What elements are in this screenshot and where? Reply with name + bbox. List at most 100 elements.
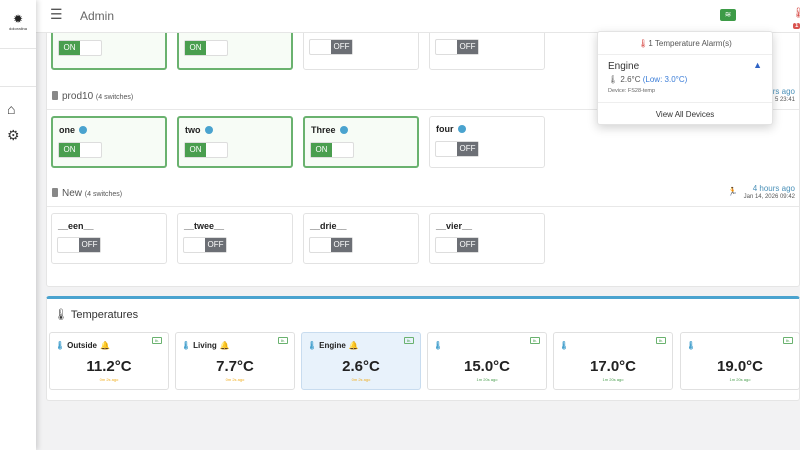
last-updated: 1m 20s ago: [729, 377, 751, 382]
temperature-alarm-button[interactable]: 🌡1: [792, 8, 800, 30]
switch-card: OFF: [429, 29, 545, 70]
sensor-name: 🌡 Engine 🔔: [307, 341, 359, 350]
switch-toggle[interactable]: OFF: [435, 237, 479, 253]
warning-icon: ▲: [753, 60, 762, 70]
logo[interactable]: ✹ dolcealina: [5, 12, 31, 31]
switch-name: one: [59, 125, 88, 135]
battery-badge: lb.: [151, 337, 162, 344]
running-icon: 🏃: [727, 187, 738, 196]
switch-toggle[interactable]: OFF: [309, 237, 353, 253]
sensor-name: 🌡 Outside 🔔: [55, 341, 110, 350]
temperatures-panel: 🌡 Temperatures 🌡 Outside 🔔 lb. 11.2°C 0m 2…: [46, 296, 800, 401]
alarm-dropdown: 🌡1 Temperature Alarm(s) Engine ▲ 🌡 2.6°C…: [597, 31, 773, 125]
switch-name: four: [436, 124, 466, 134]
thermometer-icon: 🌡: [307, 341, 318, 350]
temperature-value: 11.2°C: [86, 358, 132, 375]
page-title: Admin: [80, 9, 115, 23]
switch-toggle[interactable]: OFF: [57, 237, 101, 253]
clock-icon: [339, 126, 348, 134]
alarm-header: 🌡1 Temperature Alarm(s): [598, 32, 772, 55]
battery-badge: lb.: [782, 337, 793, 344]
switch-card: one ON: [51, 116, 167, 168]
temperature-value: 2.6°C: [342, 358, 380, 375]
switch-toggle[interactable]: OFF: [435, 141, 479, 157]
temperature-value: 7.7°C: [216, 358, 254, 375]
thermometer-icon: 🌡: [638, 39, 649, 48]
divider: [0, 86, 36, 87]
switch-name: __drie__: [310, 221, 347, 231]
switch-card: Three ON: [303, 116, 419, 168]
bell-icon: 🔔: [348, 341, 359, 350]
divider: [0, 48, 36, 49]
thermometer-icon: 🌡: [181, 341, 192, 350]
bell-icon: 🔔: [99, 341, 110, 350]
bell-icon: 🔔: [219, 341, 230, 350]
switch-toggle[interactable]: OFF: [183, 237, 227, 253]
clock-icon: [457, 125, 466, 133]
thermometer-icon: 🌡: [559, 341, 570, 350]
last-updated: 0m 2s ago: [99, 377, 119, 382]
topbar: ☰ Admin ≋ 🌡1 🔔: [36, 0, 800, 33]
sidebar: ✹ dolcealina ⌂ ⚙: [0, 0, 36, 450]
switch-toggle[interactable]: ON: [310, 142, 354, 158]
temperature-tile[interactable]: 🌡 lb. 17.0°C 1m 20s ago: [553, 332, 673, 390]
switch-toggle[interactable]: ON: [184, 40, 228, 56]
switch-card: __twee__ OFF: [177, 213, 293, 264]
switch-toggle[interactable]: OFF: [309, 39, 353, 55]
temperature-value: 17.0°C: [589, 358, 637, 375]
last-seen: 🏃 4 hours ago Jan 14, 2026 09:42: [727, 184, 795, 200]
clock-icon: [79, 126, 88, 134]
thermometer-icon: 🌡: [792, 8, 800, 19]
temperature-tile[interactable]: 🌡 lb. 15.0°C 1m 20s ago: [427, 332, 547, 390]
switch-name: __vier__: [436, 221, 473, 231]
temperature-tile[interactable]: 🌡 Living 🔔 lb. 7.7°C 0m 2s ago: [175, 332, 295, 390]
temperature-value: 19.0°C: [716, 358, 764, 375]
thermometer-icon: 🌡: [608, 75, 619, 84]
group-header: New (4 switches): [52, 188, 122, 199]
battery-badge: lb.: [277, 337, 288, 344]
battery-badge: lb.: [655, 337, 666, 344]
switch-toggle[interactable]: ON: [58, 40, 102, 56]
wifi-icon[interactable]: ≋: [720, 9, 736, 21]
menu-icon[interactable]: ☰: [50, 6, 63, 23]
switch-card: four OFF: [429, 116, 545, 168]
view-all-devices-link[interactable]: View All Devices: [598, 102, 772, 126]
sensor-name: 🌡: [433, 341, 445, 350]
switch-toggle[interactable]: ON: [58, 142, 102, 158]
thermometer-icon: 🌡: [55, 341, 66, 350]
temperature-value: 15.0°C: [463, 358, 511, 375]
switch-card: __vier__ OFF: [429, 213, 545, 264]
thermometer-icon: 🌡: [686, 341, 697, 350]
gear-icon[interactable]: ⚙: [7, 127, 20, 144]
alarm-device-id: Device: FS28-temp: [608, 88, 656, 94]
thermometer-icon: 🌡: [54, 309, 68, 321]
switch-name: two: [185, 125, 213, 135]
switch-toggle[interactable]: ON: [184, 142, 228, 158]
switch-card: ON: [51, 29, 167, 70]
group-header: prod10 (4 switches): [52, 91, 133, 102]
switch-card: OFF: [303, 29, 419, 70]
last-updated: 0m 2s ago: [351, 377, 371, 382]
temperature-tile[interactable]: 🌡 Engine 🔔 lb. 2.6°C 0m 2s ago: [301, 332, 421, 390]
divider: [47, 206, 799, 207]
switch-card: ON: [177, 29, 293, 70]
switch-name: __een__: [58, 221, 94, 231]
switch-name: Three: [311, 125, 348, 135]
home-icon[interactable]: ⌂: [7, 101, 15, 117]
temperature-tile[interactable]: 🌡 Outside 🔔 lb. 11.2°C 0m 2s ago: [49, 332, 169, 390]
switch-name: __twee__: [184, 221, 225, 231]
battery-badge: lb.: [529, 337, 540, 344]
last-updated: 1m 20s ago: [476, 377, 498, 382]
alarm-temperature: 🌡 2.6°C (Low: 3.0°C): [608, 75, 688, 84]
last-updated: 0m 2s ago: [225, 377, 245, 382]
switch-card: two ON: [177, 116, 293, 168]
temperatures-title: 🌡 Temperatures: [54, 309, 139, 321]
thermometer-icon: 🌡: [433, 341, 444, 350]
switch-toggle[interactable]: OFF: [435, 39, 479, 55]
temperature-tile[interactable]: 🌡 lb. 19.0°C 1m 20s ago: [680, 332, 800, 390]
alarm-count-badge: 1: [793, 23, 800, 29]
device-icon: [52, 91, 58, 100]
sensor-name: 🌡: [686, 341, 698, 350]
sensor-name: 🌡 Living 🔔: [181, 341, 230, 350]
alarm-device-name[interactable]: Engine: [608, 61, 639, 72]
